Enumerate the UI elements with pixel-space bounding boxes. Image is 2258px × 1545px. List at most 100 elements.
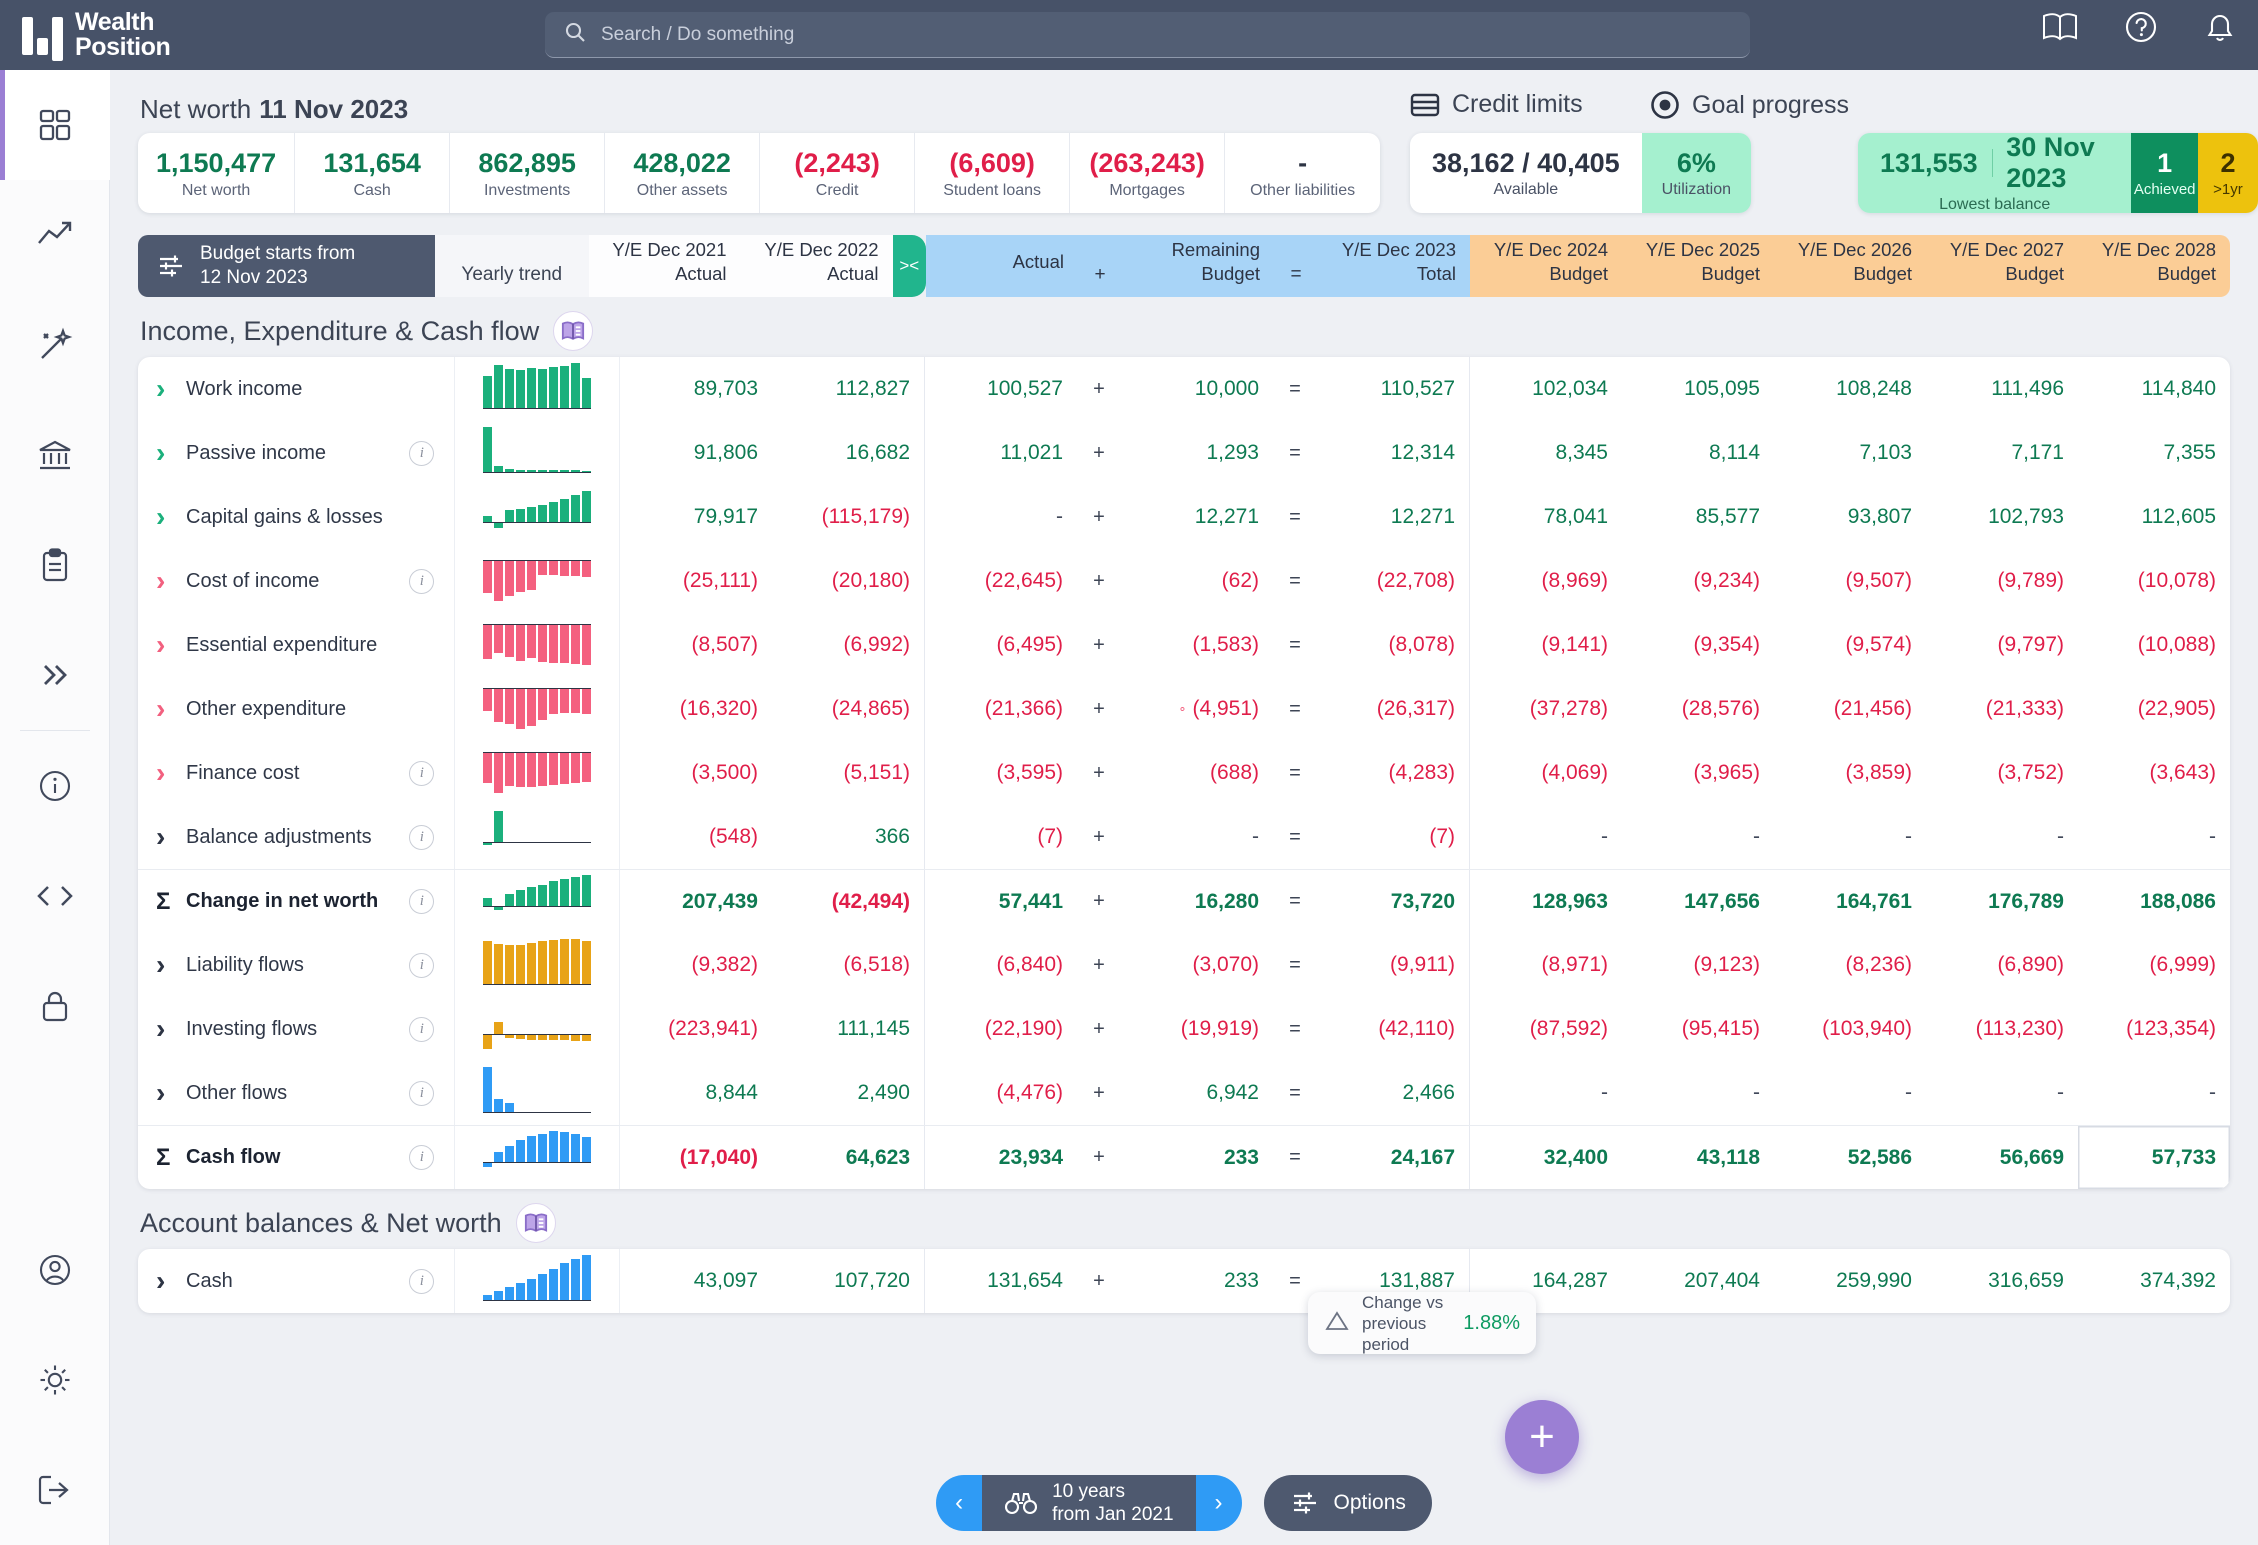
chevron-right-icon[interactable]: › [156,693,186,725]
table-cell[interactable]: 110,527 [1317,357,1469,421]
table-cell[interactable]: 114,840 [2078,357,2230,421]
column-header-yearly-trend[interactable]: Yearly trend [435,235,589,297]
table-cell[interactable]: 91,806 [620,421,772,485]
table-cell[interactable]: (22,905) [2078,677,2230,741]
table-cell[interactable]: 316,659 [1926,1249,2078,1313]
sidebar-item-reports[interactable] [0,510,110,620]
summary-metric[interactable]: (2,243) Credit [760,133,916,213]
info-icon[interactable]: i [409,1016,435,1042]
table-cell[interactable]: (9,234) [1622,549,1774,613]
table-cell[interactable]: 8,844 [620,1061,772,1125]
table-cell[interactable]: (6,518) [772,933,924,997]
table-cell[interactable]: (17,040) [620,1126,772,1189]
table-cell[interactable]: (37,278) [1470,677,1622,741]
table-cell[interactable]: 131,654 [925,1249,1077,1313]
table-cell[interactable]: 11,021 [925,421,1077,485]
table-cell[interactable]: - [1622,1061,1774,1125]
range-prev-button[interactable]: ‹ [936,1475,983,1531]
table-cell[interactable]: 93,807 [1774,485,1926,549]
credit-limits-card[interactable]: 38,162 / 40,405 Available 6% Utilization [1410,133,1752,213]
table-cell[interactable]: 233 [1121,1249,1273,1313]
table-cell[interactable]: 107,720 [772,1249,924,1313]
table-cell[interactable]: (22,708) [1317,549,1469,613]
table-cell[interactable]: - [1774,1061,1926,1125]
row-sparkline-cell[interactable] [455,741,620,805]
table-cell[interactable]: (8,971) [1470,933,1622,997]
row-label-cell[interactable]: › Capital gains & losses [138,485,456,549]
row-sparkline-cell[interactable] [455,870,620,933]
table-cell[interactable]: 78,041 [1470,485,1622,549]
table-cell[interactable]: (115,179) [772,485,924,549]
table-cell[interactable]: (25,111) [620,549,772,613]
section-guide-icon[interactable] [553,311,594,351]
section-guide-icon-2[interactable] [515,1203,556,1243]
row-sparkline-cell[interactable] [455,357,620,421]
table-cell[interactable]: (87,592) [1470,997,1622,1061]
table-cell[interactable]: (62) [1121,549,1273,613]
info-icon[interactable]: i [409,568,435,594]
table-cell[interactable]: 10,000 [1121,357,1273,421]
table-cell[interactable]: 112,827 [772,357,924,421]
table-row[interactable]: › Investing flows i (223,941) 111,145 (22,190… [138,997,2230,1061]
table-cell[interactable]: (26,317) [1317,677,1469,741]
notifications-icon[interactable] [2204,10,2236,49]
table-row[interactable]: › Work income 89,703 112,827 100,527 +10,000 =… [138,357,2230,421]
table-cell[interactable]: (6,992) [772,613,924,677]
row-label-cell[interactable]: › Cash i [138,1249,456,1313]
table-cell[interactable]: 112,605 [2078,485,2230,549]
table-cell[interactable]: 207,439 [620,870,772,933]
row-sparkline-cell[interactable] [455,933,620,997]
sidebar-item-theme[interactable] [0,1325,110,1435]
table-cell[interactable]: 147,656 [1622,870,1774,933]
sidebar-item-accounts[interactable] [0,400,110,510]
row-label-cell[interactable]: › Other flows i [138,1061,456,1125]
table-cell[interactable]: 89,703 [620,357,772,421]
table-cell[interactable]: - [1622,805,1774,869]
table-cell[interactable]: (4,476) [925,1061,1077,1125]
column-header-past-year[interactable]: Y/E Dec 2022 Actual [741,235,893,297]
info-icon[interactable]: i [409,1080,435,1106]
row-label-cell[interactable]: › Finance cost i [138,741,456,805]
table-cell[interactable]: (9,507) [1774,549,1926,613]
sidebar-item-tools[interactable] [0,290,110,400]
table-cell[interactable]: 111,145 [772,997,924,1061]
table-row[interactable]: Σ Cash flow i (17,040) 64,623 23,934 +233 = 24,1… [138,1125,2230,1189]
table-cell[interactable]: - [1926,805,2078,869]
table-cell[interactable]: (4,069) [1470,741,1622,805]
table-cell[interactable]: 2,466 [1317,1061,1469,1125]
table-row[interactable]: › Liability flows i (9,382) (6,518) (6,840) +(… [138,933,2230,997]
table-row[interactable]: › Cost of income i (25,111) (20,180) (22,645)… [138,549,2230,613]
table-cell[interactable]: (9,789) [1926,549,2078,613]
column-header-past-year[interactable]: Y/E Dec 2021 Actual [589,235,741,297]
table-cell[interactable]: - [2078,1061,2230,1125]
table-cell[interactable]: (9,141) [1470,613,1622,677]
table-cell[interactable]: 108,248 [1774,357,1926,421]
row-label-cell[interactable]: › Investing flows i [138,997,456,1061]
table-cell[interactable]: (113,230) [1926,997,2078,1061]
sidebar-item-trends[interactable] [0,180,110,290]
table-cell[interactable]: (7) [1317,805,1469,869]
table-cell[interactable]: (3,595) [925,741,1077,805]
table-cell[interactable]: - [1926,1061,2078,1125]
sidebar-item-info[interactable] [0,731,110,841]
row-label-cell[interactable]: Σ Change in net worth i [138,870,456,933]
table-cell[interactable]: (9,574) [1774,613,1926,677]
table-cell[interactable]: 6,942 [1121,1061,1273,1125]
sidebar-item-developer[interactable] [0,841,110,951]
table-cell[interactable]: (22,645) [925,549,1077,613]
row-sparkline-cell[interactable] [455,1249,620,1313]
column-header-future-year[interactable]: Y/E Dec 2026 Budget [1774,235,1926,297]
sidebar-item-profile[interactable] [0,1215,110,1325]
table-cell[interactable]: (3,965) [1622,741,1774,805]
table-cell[interactable]: (21,456) [1774,677,1926,741]
summary-metric[interactable]: 131,654 Cash [295,133,451,213]
table-cell[interactable]: (3,070) [1121,933,1273,997]
table-cell[interactable]: 111,496 [1926,357,2078,421]
table-cell[interactable]: (9,797) [1926,613,2078,677]
column-header-future-year[interactable]: Y/E Dec 2025 Budget [1622,235,1774,297]
table-row[interactable]: › Balance adjustments i (548) 366 (7) + - = (7) - -… [138,805,2230,869]
table-cell[interactable]: (3,752) [1926,741,2078,805]
table-cell[interactable]: (20,180) [772,549,924,613]
table-cell[interactable]: (123,354) [2078,997,2230,1061]
table-cell[interactable]: (6,840) [925,933,1077,997]
